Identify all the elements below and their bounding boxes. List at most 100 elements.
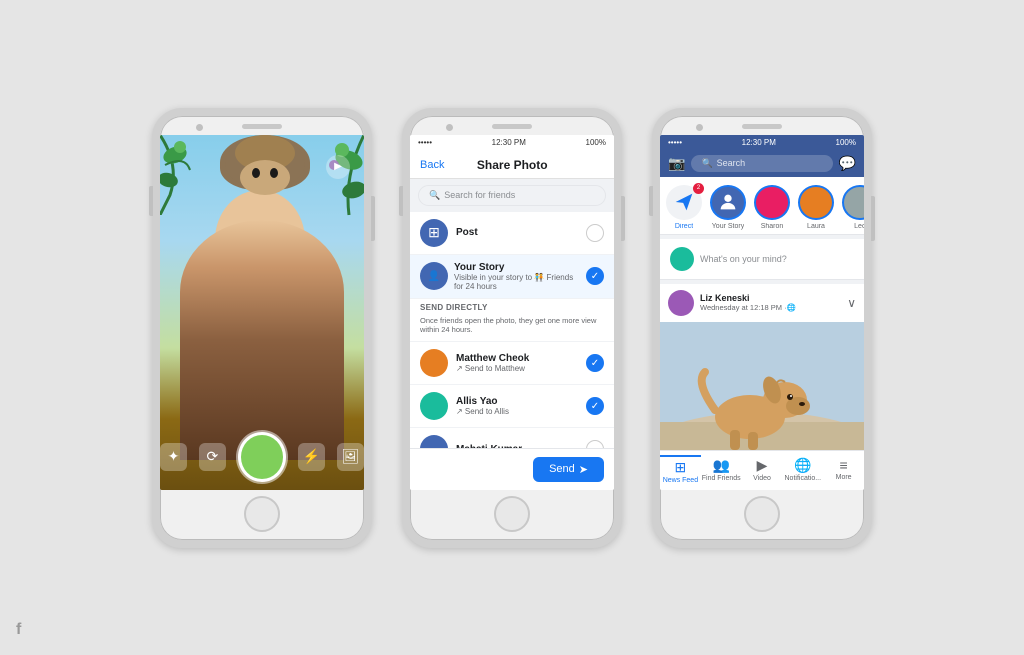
effect-button-2[interactable]: ⚡ (298, 443, 325, 471)
your-story-info: Your Story Visible in your story to 🧑‍🤝‍… (454, 262, 580, 291)
home-button-2[interactable] (494, 496, 530, 532)
matthew-avatar (420, 349, 448, 377)
find-friends-nav-label: Find Friends (702, 475, 741, 482)
speaker-1 (242, 124, 282, 129)
battery-display: 100% (586, 138, 606, 147)
sloth-hat-ar-filter (210, 135, 320, 225)
news-feed-nav-label: News Feed (663, 477, 698, 484)
post-label: Post (456, 227, 578, 238)
leo-story-item[interactable]: Leo (842, 185, 864, 230)
globe-icon: 🌐 (794, 457, 811, 474)
play-button[interactable]: ▶ (326, 155, 350, 179)
post-info: Post (456, 227, 578, 238)
flip-camera-button[interactable]: ⟳ (199, 443, 226, 471)
laura-story-item[interactable]: Laura (798, 185, 834, 230)
your-story-check[interactable]: ✓ (586, 267, 604, 285)
menu-icon: ≡ (840, 457, 848, 473)
send-directly-label: SEND DIRECTLY (410, 299, 614, 314)
power-button-3 (871, 196, 875, 241)
phone-top-1 (160, 116, 364, 135)
share-photo-screen: ••••• 12:30 PM 100% Back Share Photo 🔍 S… (410, 135, 614, 490)
video-nav-item[interactable]: ▶ Video (742, 455, 783, 486)
post-options-chevron[interactable]: ∨ (847, 296, 856, 310)
post-check[interactable] (586, 224, 604, 242)
contact-allis[interactable]: Allis Yao ↗ Send to Allis ✓ (410, 385, 614, 428)
sharon-avatar (754, 185, 790, 220)
battery-3: 100% (836, 138, 856, 147)
status-bar-3: ••••• 12:30 PM 100% (660, 135, 864, 150)
phone-3: ••••• 12:30 PM 100% 📷 🔍 Search 💬 (652, 108, 872, 548)
direct-story-item[interactable]: Direct (666, 185, 702, 230)
matthew-info: Matthew Cheok ↗ Send to Matthew (456, 353, 578, 373)
news-feed-icon: ⊞ (675, 459, 687, 476)
facebook-logo: f (16, 621, 21, 639)
time-3: 12:30 PM (742, 138, 776, 147)
notification-nav-label: Notificatio... (785, 475, 822, 482)
post-input[interactable]: What's on your mind? (700, 254, 854, 264)
share-photo-nav: Back Share Photo (410, 150, 614, 179)
allis-sub: ↗ Send to Allis (456, 407, 578, 416)
find-friends-icon: 👥 (712, 457, 729, 474)
your-story-option[interactable]: 👤 Your Story Visible in your story to 🧑‍… (410, 255, 614, 299)
mahati-avatar (420, 435, 448, 448)
allis-info: Allis Yao ↗ Send to Allis (456, 396, 578, 416)
direct-label: Direct (675, 223, 693, 230)
back-button[interactable]: Back (420, 159, 444, 171)
post-card-header: Liz Keneski Wednesday at 12:18 PM ·🌐 ∨ (660, 284, 864, 322)
allis-check[interactable]: ✓ (586, 397, 604, 415)
your-story-sub: Visible in your story to 🧑‍🤝‍🧑 Friends f… (454, 273, 580, 291)
time-display: 12:30 PM (492, 138, 526, 147)
person-body (180, 220, 344, 460)
camera-icon[interactable]: 📷 (668, 155, 685, 172)
power-button (371, 196, 375, 241)
video-icon: ▶ (757, 457, 768, 474)
home-button-1[interactable] (244, 496, 280, 532)
news-feed-nav-item[interactable]: ⊞ News Feed (660, 455, 701, 486)
your-story-stories-label: Your Story (712, 223, 744, 230)
more-nav-label: More (836, 474, 852, 481)
share-footer: Send ➤ (410, 448, 614, 490)
sloth-eye-right (270, 168, 278, 178)
allis-avatar (420, 392, 448, 420)
search-friends-field[interactable]: 🔍 Search for friends (418, 185, 606, 206)
status-bar-2: ••••• 12:30 PM 100% (410, 135, 614, 150)
effect-button-1[interactable]: ✦ (160, 443, 187, 471)
notification-nav-item[interactable]: 🌐 Notificatio... (782, 455, 823, 486)
find-friends-nav-item[interactable]: 👥 Find Friends (701, 455, 742, 486)
phone-1: ▶ ✦ ⟳ ⚡ 🖼 (152, 108, 372, 548)
contact-mahati[interactable]: Mahati Kumar (410, 428, 614, 448)
mahati-check[interactable] (586, 440, 604, 448)
your-story-ring-avatar (710, 185, 746, 220)
liz-name: Liz Keneski (700, 293, 841, 303)
post-box[interactable]: What's on your mind? (660, 239, 864, 280)
messenger-icon[interactable]: 💬 (839, 155, 856, 172)
matthew-sub: ↗ Send to Matthew (456, 364, 578, 373)
share-list: ⊞ Post 👤 Your Story Visible in your stor… (410, 212, 614, 448)
post-option[interactable]: ⊞ Post (410, 212, 614, 255)
bottom-nav-bar: ⊞ News Feed 👥 Find Friends ▶ Video 🌐 Not… (660, 450, 864, 490)
matthew-check[interactable]: ✓ (586, 354, 604, 372)
phone-top-3 (660, 116, 864, 135)
main-scene: f (0, 0, 1024, 655)
your-story-item[interactable]: Your Story (710, 185, 746, 230)
more-nav-item[interactable]: ≡ More (823, 455, 864, 486)
send-button[interactable]: Send ➤ (533, 457, 604, 482)
power-button-2 (621, 196, 625, 241)
your-story-avatar: 👤 (420, 262, 448, 290)
send-arrow-icon: ➤ (579, 463, 588, 476)
laura-avatar (798, 185, 834, 220)
search-bar[interactable]: 🔍 Search (691, 155, 832, 172)
signal-3: ••••• (668, 138, 682, 147)
contact-matthew[interactable]: Matthew Cheok ↗ Send to Matthew ✓ (410, 342, 614, 385)
shutter-button[interactable] (238, 432, 286, 482)
laura-label: Laura (807, 223, 825, 230)
gallery-button[interactable]: 🖼 (337, 443, 364, 471)
send-directly-desc: Once friends open the photo, they get on… (410, 314, 614, 343)
home-button-3[interactable] (744, 496, 780, 532)
sharon-story-item[interactable]: Sharon (754, 185, 790, 230)
leo-avatar (842, 185, 864, 220)
facebook-nav-bar: 📷 🔍 Search 💬 (660, 150, 864, 177)
allis-name: Allis Yao (456, 396, 578, 407)
dog-photo (660, 322, 864, 450)
stories-bar: Direct Your Story Sharon (660, 177, 864, 235)
